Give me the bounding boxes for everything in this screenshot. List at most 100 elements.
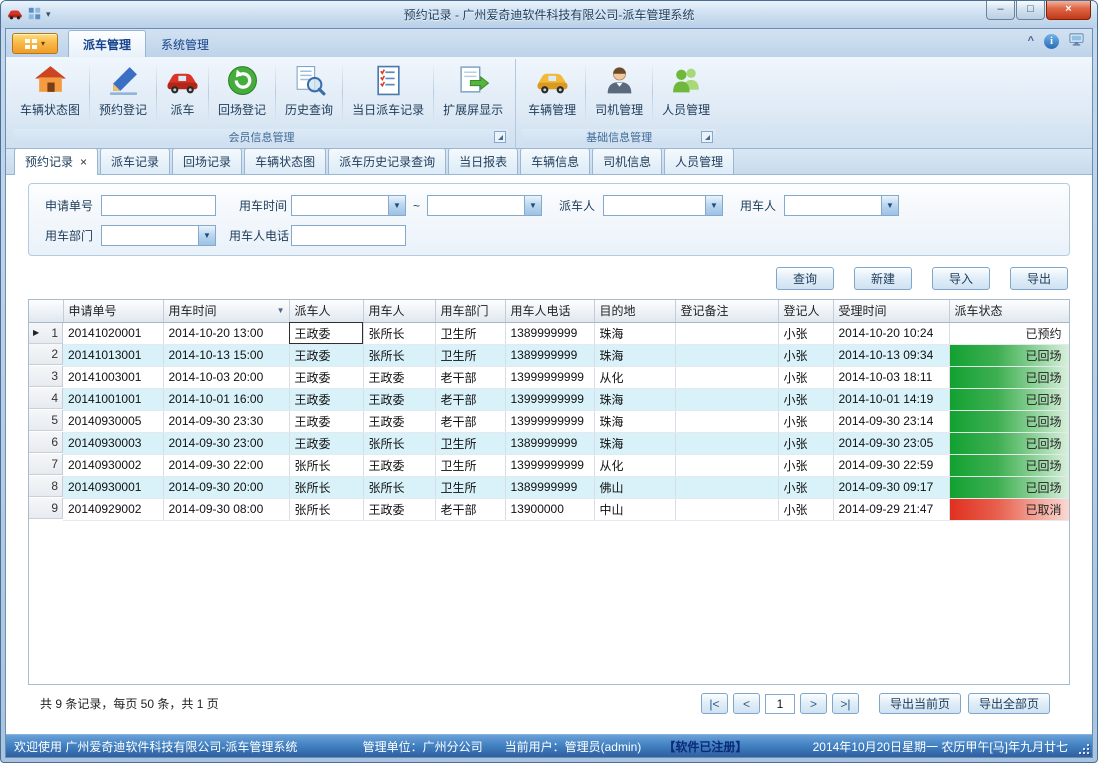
chevron-down-icon[interactable]: ▼ — [388, 196, 405, 215]
cell-status[interactable]: 已回场 — [949, 432, 1069, 454]
cell-request_no[interactable]: 20141020001 — [63, 322, 163, 344]
cell-status[interactable]: 已回场 — [949, 454, 1069, 476]
prev-page-button[interactable]: < — [733, 693, 760, 714]
cell-accept_time[interactable]: 2014-09-30 09:17 — [833, 476, 949, 498]
cell-status[interactable]: 已回场 — [949, 366, 1069, 388]
chevron-down-icon[interactable]: ▼ — [524, 196, 541, 215]
row-header[interactable]: 6 — [29, 432, 63, 453]
cell-dispatcher[interactable]: 张所长 — [289, 476, 363, 498]
cell-status[interactable]: 已回场 — [949, 410, 1069, 432]
cell-status[interactable]: 已取消 — [949, 498, 1069, 520]
table-row[interactable]: 5201409300052014-09-30 23:30王政委王政委老干部139… — [29, 410, 1069, 432]
import-button[interactable]: 导入 — [932, 267, 990, 290]
cell-use_time[interactable]: 2014-10-01 16:00 — [163, 388, 289, 410]
cell-status[interactable]: 已回场 — [949, 388, 1069, 410]
dialog-launcher-icon[interactable] — [494, 131, 506, 143]
cell-request_no[interactable]: 20140930003 — [63, 432, 163, 454]
ribbon-button-personnel-management[interactable]: 人员管理 — [654, 59, 718, 127]
cell-dept[interactable]: 卫生所 — [435, 432, 505, 454]
cell-destination[interactable]: 珠海 — [594, 344, 675, 366]
cell-remark[interactable] — [675, 432, 778, 454]
row-header[interactable]: 4 — [29, 388, 63, 409]
cell-request_no[interactable]: 20140930005 — [63, 410, 163, 432]
chevron-down-icon[interactable]: ▼ — [881, 196, 898, 215]
export-all-pages-button[interactable]: 导出全部页 — [968, 693, 1050, 714]
chevron-down-icon[interactable]: ▼ — [198, 226, 215, 245]
cell-status[interactable]: 已预约 — [949, 322, 1069, 344]
cell-registrar[interactable]: 小张 — [778, 366, 833, 388]
cell-remark[interactable] — [675, 476, 778, 498]
column-header-dispatcher[interactable]: 派车人 — [289, 300, 363, 322]
cell-destination[interactable]: 珠海 — [594, 432, 675, 454]
row-header[interactable]: 7 — [29, 454, 63, 475]
next-page-button[interactable]: > — [800, 693, 827, 714]
cell-request_no[interactable]: 20140929002 — [63, 498, 163, 520]
cell-user[interactable]: 张所长 — [363, 432, 435, 454]
column-header-remark[interactable]: 登记备注 — [675, 300, 778, 322]
column-header-user[interactable]: 用车人 — [363, 300, 435, 322]
cell-registrar[interactable]: 小张 — [778, 410, 833, 432]
table-row[interactable]: ▶1201410200012014-10-20 13:00王政委张所长卫生所13… — [29, 322, 1069, 344]
ribbon-button-dispatch[interactable]: 派车 — [158, 59, 207, 127]
cell-remark[interactable] — [675, 410, 778, 432]
cell-registrar[interactable]: 小张 — [778, 454, 833, 476]
cell-dispatcher[interactable]: 王政委 — [289, 344, 363, 366]
cell-dispatcher[interactable]: 王政委 — [289, 366, 363, 388]
cell-dept[interactable]: 卫生所 — [435, 454, 505, 476]
cell-remark[interactable] — [675, 498, 778, 520]
page-input[interactable] — [765, 694, 795, 714]
column-header-phone[interactable]: 用车人电话 — [505, 300, 594, 322]
cell-remark[interactable] — [675, 322, 778, 344]
cell-user[interactable]: 张所长 — [363, 344, 435, 366]
cell-accept_time[interactable]: 2014-09-30 23:05 — [833, 432, 949, 454]
ribbon-button-extend-screen[interactable]: 扩展屏显示 — [435, 59, 511, 127]
table-row[interactable]: 9201409290022014-09-30 08:00张所长王政委老干部139… — [29, 498, 1069, 520]
ribbon-button-history-query[interactable]: 历史查询 — [277, 59, 341, 127]
cell-phone[interactable]: 13999999999 — [505, 366, 594, 388]
cell-destination[interactable]: 佛山 — [594, 476, 675, 498]
display-switch-icon[interactable] — [1069, 32, 1084, 50]
ribbon-button-return-register[interactable]: 回场登记 — [210, 59, 274, 127]
tab-vehicle-status-map[interactable]: 车辆状态图 — [244, 148, 326, 174]
ribbon-button-reservation-register[interactable]: 预约登记 — [91, 59, 155, 127]
ribbon-button-vehicle-management[interactable]: 车辆管理 — [520, 59, 584, 127]
dispatcher-combo[interactable]: ▼ — [603, 195, 723, 216]
column-header-use_time[interactable]: 用车时间▼ — [163, 300, 289, 322]
cell-dept[interactable]: 老干部 — [435, 366, 505, 388]
cell-phone[interactable]: 1389999999 — [505, 322, 594, 344]
title-bar[interactable]: 预约记录 - 广州爱奇迪软件科技有限公司-派车管理系统 ▾ – □ × — [1, 1, 1097, 28]
cell-dispatcher[interactable]: 张所长 — [289, 454, 363, 476]
tab-driver-info[interactable]: 司机信息 — [592, 148, 662, 174]
cell-user[interactable]: 王政委 — [363, 410, 435, 432]
cell-dept[interactable]: 卫生所 — [435, 344, 505, 366]
table-row[interactable]: 6201409300032014-09-30 23:00王政委张所长卫生所138… — [29, 432, 1069, 454]
cell-accept_time[interactable]: 2014-10-20 10:24 — [833, 322, 949, 344]
ribbon-button-vehicle-status-map[interactable]: 车辆状态图 — [12, 59, 88, 127]
cell-dispatcher[interactable]: 张所长 — [289, 498, 363, 520]
first-page-button[interactable]: |< — [701, 693, 728, 714]
cell-accept_time[interactable]: 2014-10-03 18:11 — [833, 366, 949, 388]
cell-use_time[interactable]: 2014-09-30 23:00 — [163, 432, 289, 454]
collapse-ribbon-icon[interactable]: ^ — [1028, 36, 1034, 46]
resize-grip[interactable] — [1078, 743, 1090, 755]
ribbon-tab-system-management[interactable]: 系统管理 — [146, 30, 224, 57]
table-row[interactable]: 3201410030012014-10-03 20:00王政委王政委老干部139… — [29, 366, 1069, 388]
cell-use_time[interactable]: 2014-09-30 20:00 — [163, 476, 289, 498]
cell-request_no[interactable]: 20140930002 — [63, 454, 163, 476]
cell-accept_time[interactable]: 2014-09-30 23:14 — [833, 410, 949, 432]
app-menu-button[interactable]: ▾ — [12, 33, 58, 54]
last-page-button[interactable]: >| — [832, 693, 859, 714]
cell-dispatcher[interactable]: 王政委 — [289, 322, 363, 344]
cell-user[interactable]: 张所长 — [363, 476, 435, 498]
cell-use_time[interactable]: 2014-09-30 23:30 — [163, 410, 289, 432]
ribbon-tab-dispatch-management[interactable]: 派车管理 — [68, 30, 146, 57]
tab-daily-report[interactable]: 当日报表 — [448, 148, 518, 174]
quick-access-dropdown-icon[interactable]: ▾ — [46, 9, 51, 20]
tab-dispatch-history-query[interactable]: 派车历史记录查询 — [328, 148, 446, 174]
column-header-registrar[interactable]: 登记人 — [778, 300, 833, 322]
use-time-to-combo[interactable]: ▼ — [427, 195, 542, 216]
cell-use_time[interactable]: 2014-10-20 13:00 — [163, 322, 289, 344]
cell-registrar[interactable]: 小张 — [778, 498, 833, 520]
column-header-dept[interactable]: 用车部门 — [435, 300, 505, 322]
export-button[interactable]: 导出 — [1010, 267, 1068, 290]
